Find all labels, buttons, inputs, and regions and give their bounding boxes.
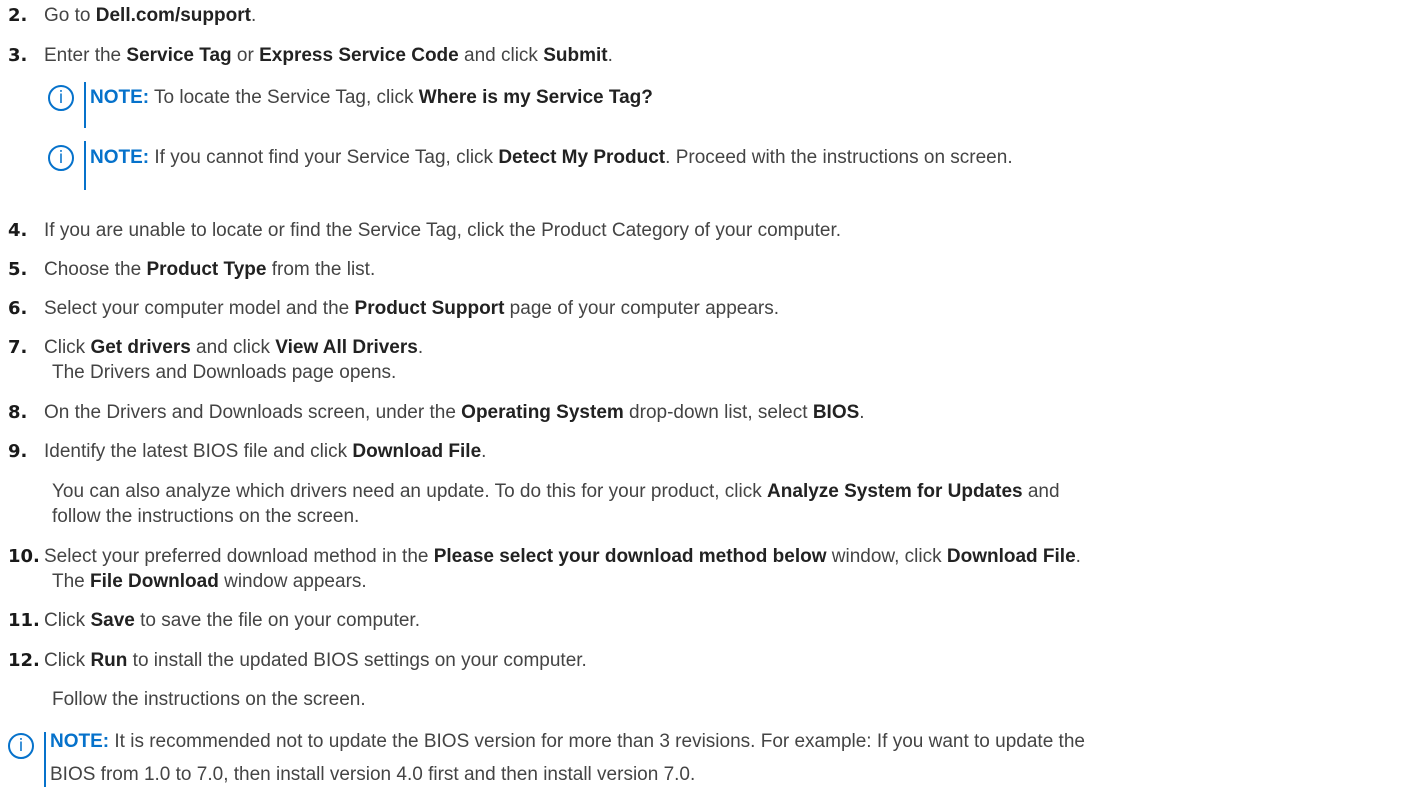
info-circle-icon: i [48, 145, 74, 171]
note-bar [84, 82, 86, 128]
emphasis-text: Service Tag [126, 45, 232, 66]
note-text: NOTE: If you cannot find your Service Ta… [90, 147, 1013, 168]
step-number: 4. [8, 220, 28, 241]
emphasis-text: Product Support [354, 298, 505, 319]
step-number: 12. [8, 650, 40, 671]
step-number: 6. [8, 298, 28, 319]
emphasis-text: Please select your download method below [433, 546, 827, 567]
step-number: 10. [8, 546, 40, 567]
step-number: 2. [8, 5, 28, 26]
note-label: NOTE: [90, 147, 150, 168]
step-number: 11. [8, 610, 40, 631]
emphasis-text: Product Type [146, 259, 267, 280]
step-text: Click Run to install the updated BIOS se… [44, 650, 587, 671]
step-text: Identify the latest BIOS file and click … [44, 441, 487, 462]
emphasis-text: Analyze System for Updates [767, 481, 1023, 502]
emphasis-text: Submit [543, 45, 608, 66]
emphasis-text: Download File [352, 441, 482, 462]
note-text: NOTE: To locate the Service Tag, click W… [90, 87, 653, 108]
step-text: If you are unable to locate or find the … [44, 220, 842, 241]
note-label: NOTE: [50, 731, 110, 752]
step-number: 5. [8, 259, 28, 280]
step-12-result: Follow the instructions on the screen. [52, 689, 366, 710]
step-text: Click Get drivers and click View All Dri… [44, 337, 424, 358]
emphasis-text: View All Drivers [275, 337, 418, 358]
emphasis-text: Operating System [461, 402, 624, 423]
step-text: Go to Dell.com/support. [44, 5, 257, 26]
step-text: Choose the Product Type from the list. [44, 259, 376, 280]
info-circle-icon: i [8, 733, 34, 759]
note-label: NOTE: [90, 87, 150, 108]
step-text: On the Drivers and Downloads screen, und… [44, 402, 865, 423]
emphasis-text: Run [90, 650, 128, 671]
step-9-info-line-2: follow the instructions on the screen. [52, 506, 360, 527]
step-number: 9. [8, 441, 28, 462]
note-text-line-1: NOTE: It is recommended not to update th… [50, 731, 1085, 752]
step-7-result: The Drivers and Downloads page opens. [52, 362, 397, 383]
step-10-result: The File Download window appears. [52, 571, 367, 592]
step-text: Enter the Service Tag or Express Service… [44, 45, 613, 66]
emphasis-text: Where is my Service Tag? [418, 87, 653, 108]
step-number: 8. [8, 402, 28, 423]
emphasis-text: Save [90, 610, 135, 631]
info-circle-icon: i [48, 85, 74, 111]
step-number: 7. [8, 337, 28, 358]
step-text: Click Save to save the file on your comp… [44, 610, 420, 631]
emphasis-text: Detect My Product [498, 147, 666, 168]
emphasis-text: Get drivers [90, 337, 191, 358]
emphasis-text: File Download [90, 571, 219, 592]
step-number: 3. [8, 45, 28, 66]
emphasis-text: Express Service Code [259, 45, 459, 66]
step-text: Select your preferred download method in… [44, 546, 1081, 567]
emphasis-text: Download File [946, 546, 1076, 567]
note-text-line-2: BIOS from 1.0 to 7.0, then install versi… [50, 764, 696, 785]
emphasis-text: BIOS [812, 402, 860, 423]
note-bar [44, 732, 46, 787]
step-9-info-line-1: You can also analyze which drivers need … [52, 481, 1060, 502]
step-text: Select your computer model and the Produ… [44, 298, 780, 319]
note-bar [84, 141, 86, 190]
emphasis-text: Dell.com/support [95, 5, 251, 26]
